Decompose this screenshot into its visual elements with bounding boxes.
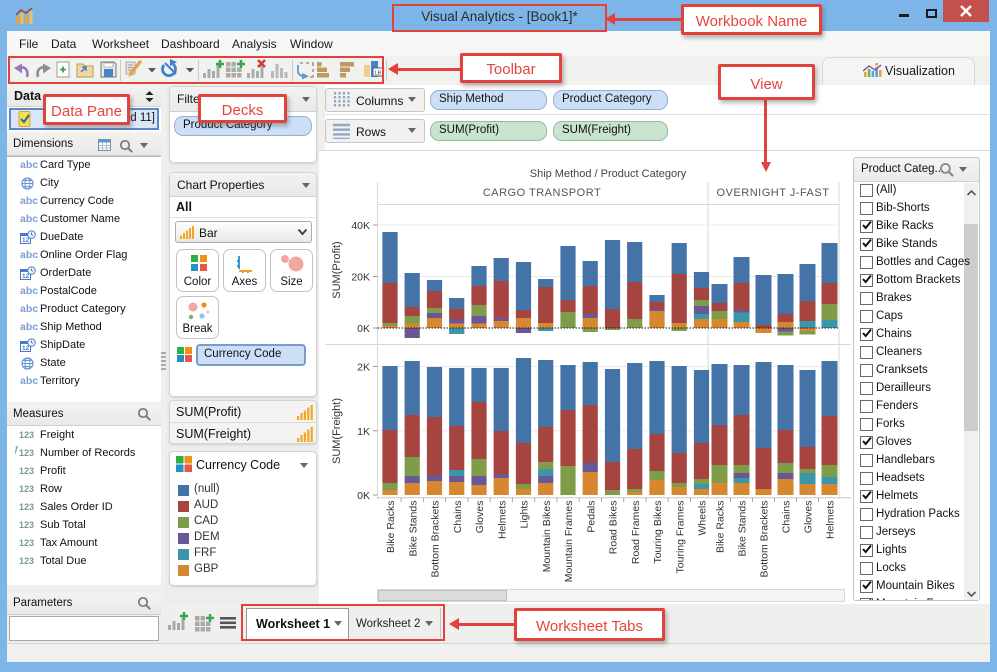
svg-text:SUM(Profit): SUM(Profit) [331, 241, 343, 298]
svg-text:12: 12 [22, 345, 30, 352]
svg-text:Gloves: Gloves [803, 501, 815, 534]
svg-text:SUM(Freight): SUM(Freight) [331, 398, 343, 464]
svg-text:12: 12 [22, 237, 30, 244]
svg-text:0K: 0K [357, 323, 370, 335]
svg-text:20K: 20K [351, 272, 370, 284]
svg-text:Bike Racks: Bike Racks [715, 501, 727, 554]
svg-text:Lights: Lights [519, 501, 531, 529]
svg-text:Gloves: Gloves [474, 501, 486, 534]
svg-text:12: 12 [22, 273, 30, 280]
svg-text:2K: 2K [357, 362, 370, 374]
svg-text:Bottom Brackets: Bottom Brackets [430, 501, 442, 578]
svg-text:Mountain Frames: Mountain Frames [563, 501, 575, 583]
svg-text:Ship Method / Product Category: Ship Method / Product Category [530, 168, 687, 180]
svg-text:CARGO TRANSPORT: CARGO TRANSPORT [483, 187, 601, 199]
svg-text:40K: 40K [351, 220, 370, 232]
svg-text:Touring Bikes: Touring Bikes [652, 501, 664, 564]
svg-text:0K: 0K [357, 490, 370, 502]
svg-text:Bike Stands: Bike Stands [407, 501, 419, 557]
svg-text:Chains: Chains [781, 501, 793, 534]
svg-text:Bike Racks: Bike Racks [385, 501, 397, 554]
svg-text:Helmets: Helmets [825, 501, 837, 540]
svg-text:Road Bikes: Road Bikes [608, 501, 620, 555]
svg-text:1K: 1K [357, 426, 370, 438]
svg-text:Bike Stands: Bike Stands [737, 501, 749, 557]
svg-text:Wheels: Wheels [697, 501, 709, 536]
svg-text:Road Frames: Road Frames [630, 501, 642, 565]
svg-text:Pedals: Pedals [585, 501, 597, 533]
svg-text:OVERNIGHT J-FAST: OVERNIGHT J-FAST [717, 187, 830, 199]
svg-text:Mountain Bikes: Mountain Bikes [541, 501, 553, 573]
svg-text:Touring Frames: Touring Frames [674, 501, 686, 574]
svg-text:Helmets: Helmets [496, 501, 508, 540]
svg-text:Chains: Chains [452, 501, 464, 534]
svg-text:Bottom Brackets: Bottom Brackets [759, 501, 771, 578]
